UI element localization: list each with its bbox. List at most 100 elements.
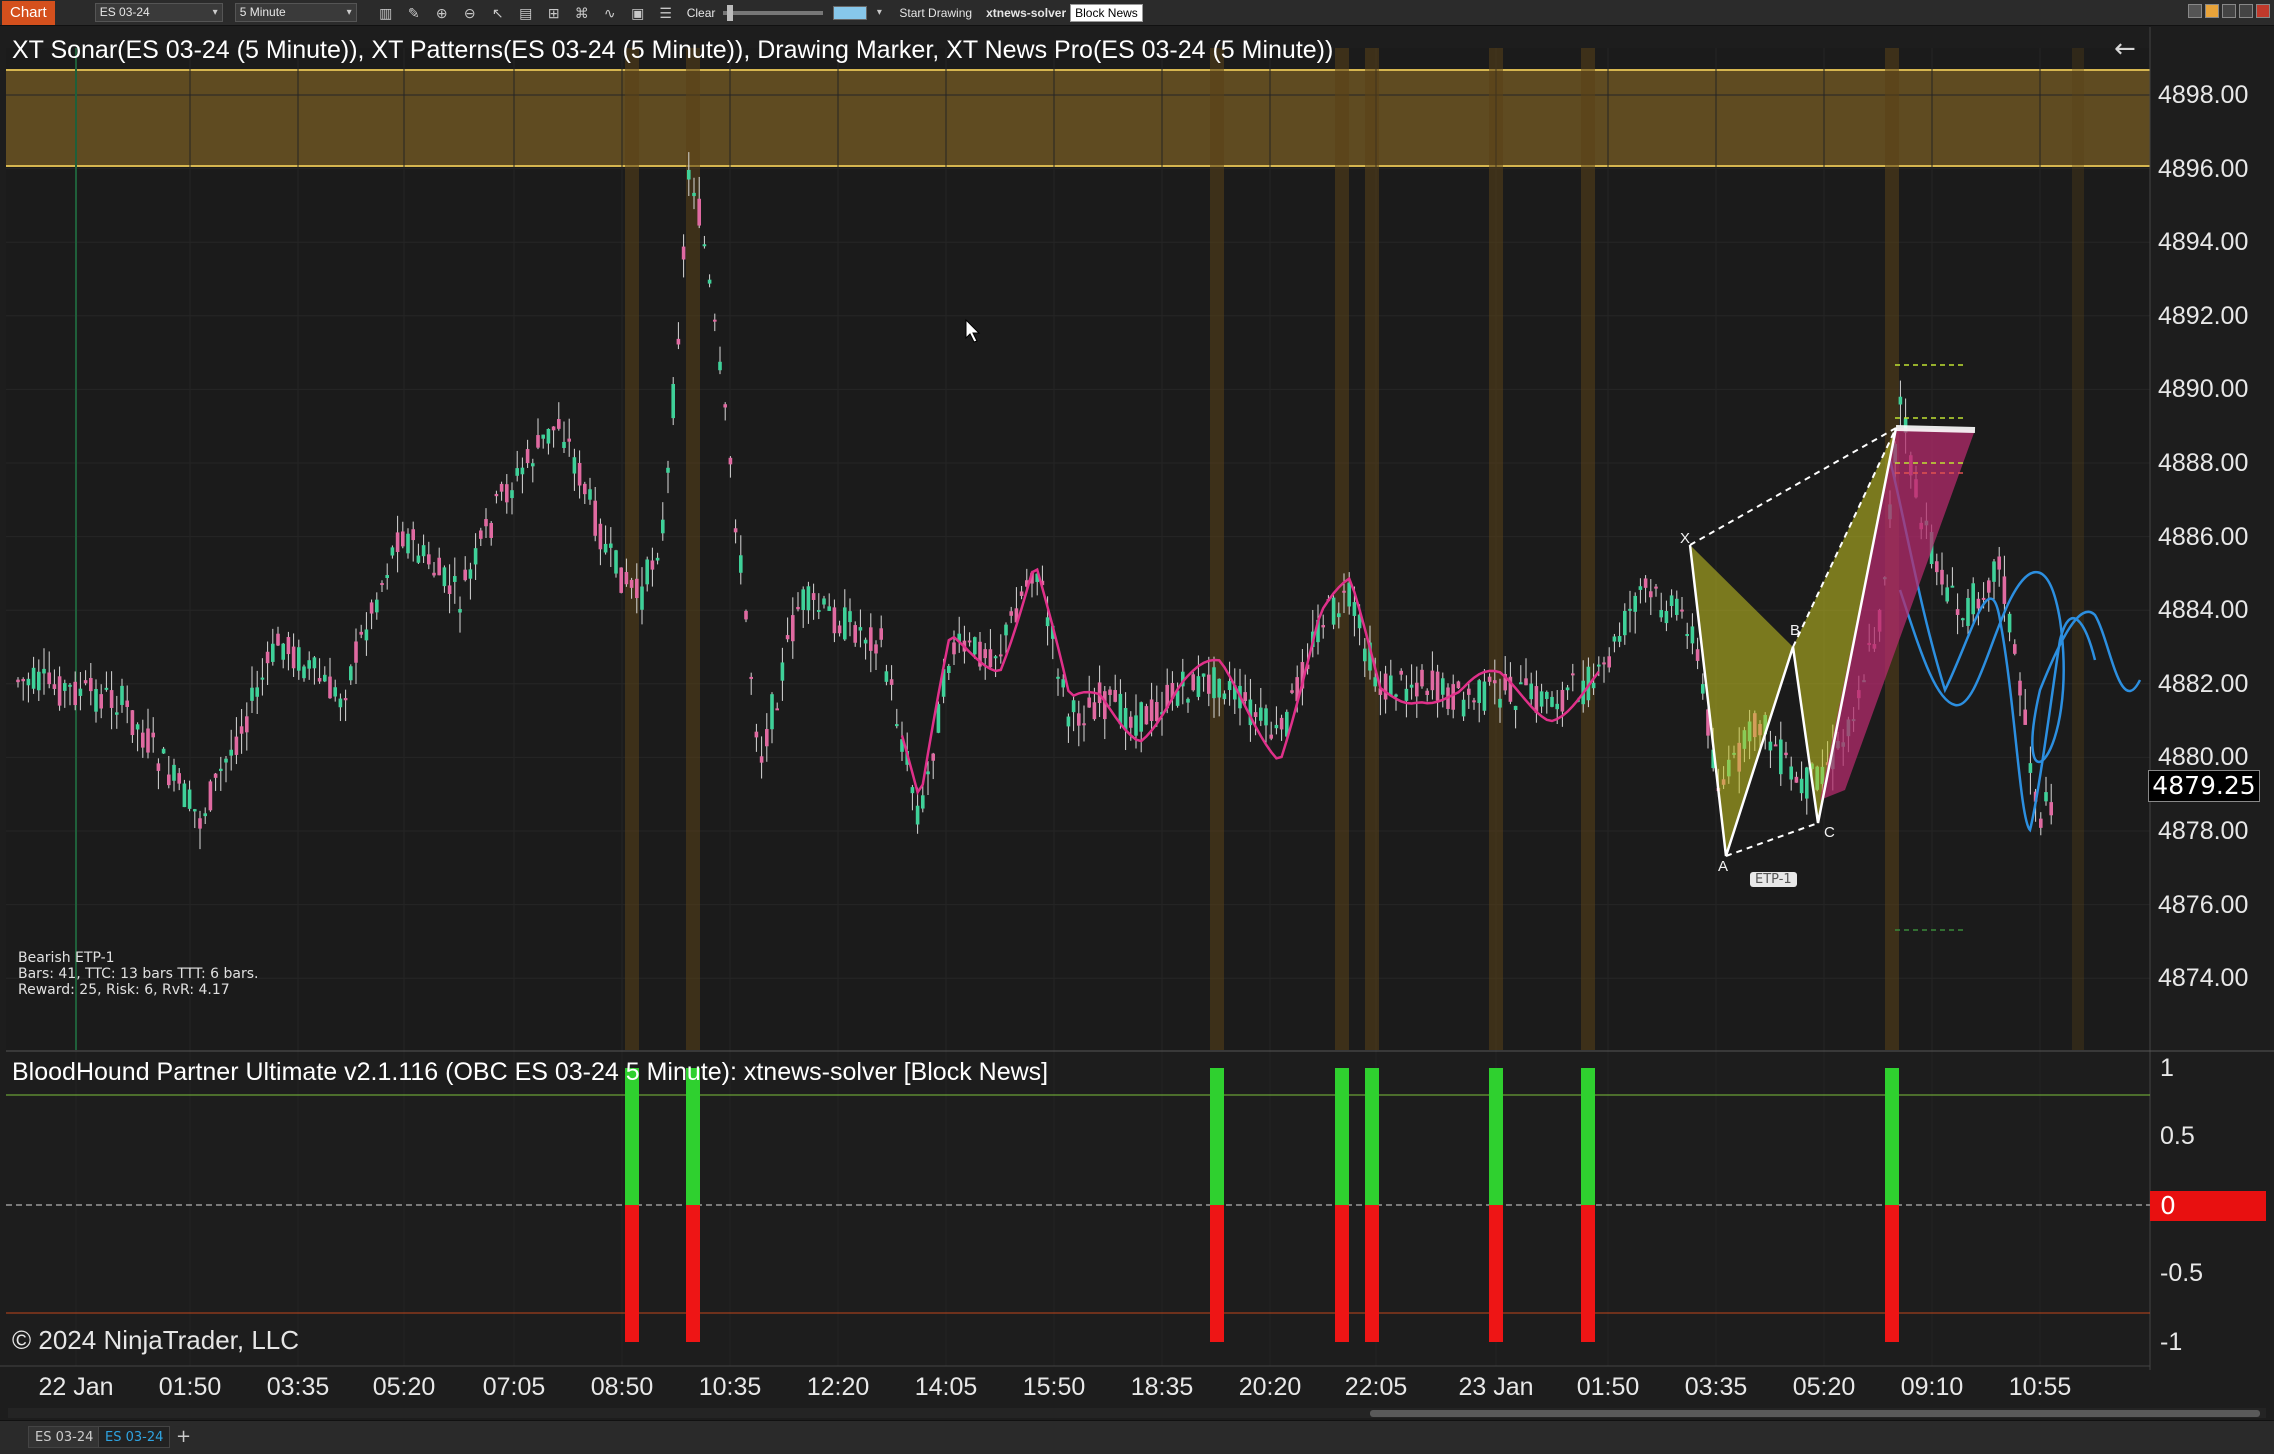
time-tick-label: 05:20: [372, 1373, 436, 1401]
drawing-tool-icon[interactable]: ✎: [403, 3, 425, 23]
candle-bull: [78, 688, 83, 696]
color-picker[interactable]: [833, 5, 868, 20]
candle-bull: [1331, 597, 1336, 625]
candle-bull: [1363, 648, 1367, 662]
maximize-button[interactable]: [2239, 4, 2253, 18]
block-news-button[interactable]: Block News: [1070, 3, 1143, 22]
scrollbar-thumb[interactable]: [1370, 1410, 2260, 1417]
properties-icon[interactable]: ▤: [515, 3, 537, 23]
instrument-value: ES 03-24: [99, 5, 150, 19]
candle-bull: [1477, 680, 1481, 703]
candle-bear: [650, 560, 655, 570]
candle-bull: [1071, 700, 1076, 713]
candle-bull: [572, 457, 577, 474]
price-chart-canvas[interactable]: [0, 27, 2274, 1407]
candle-bull: [458, 609, 462, 613]
candle-bull: [910, 787, 915, 794]
indicators-icon[interactable]: ∿: [599, 3, 621, 23]
candle-bull: [1264, 708, 1268, 726]
minimize-button[interactable]: [2222, 4, 2236, 18]
candle-bull: [817, 609, 821, 612]
candle-bear: [723, 404, 727, 408]
candle-bull: [1066, 716, 1071, 727]
candle-bear: [567, 438, 571, 442]
candle-bull: [104, 687, 109, 690]
snapshot-icon[interactable]: ▣: [627, 3, 649, 23]
candle-bear: [234, 736, 239, 755]
bar-type-icon[interactable]: ▥: [375, 3, 397, 23]
candle-bear: [286, 637, 291, 655]
restore-icon[interactable]: [2205, 4, 2219, 18]
candle-bull: [1623, 610, 1627, 636]
time-tick-label: 14:05: [914, 1373, 978, 1401]
candle-bull: [120, 685, 124, 705]
indicator-bar-negative: [625, 1205, 639, 1342]
etp-label: ETP-1: [1750, 872, 1797, 887]
candle-bear: [380, 583, 384, 586]
opacity-slider[interactable]: [723, 4, 824, 21]
time-tick-label: 03:35: [1684, 1373, 1748, 1401]
candle-bull: [375, 599, 379, 613]
pointer-icon[interactable]: ↖: [487, 3, 509, 23]
start-drawing-button[interactable]: Start Drawing: [899, 6, 972, 20]
template-icon[interactable]: ⊞: [543, 3, 565, 23]
candle-bear: [484, 519, 488, 527]
list-icon[interactable]: ☰: [655, 3, 677, 23]
time-tick-label: 08:50: [590, 1373, 654, 1401]
candle-bull: [1045, 617, 1050, 627]
candle-bear: [1560, 689, 1565, 712]
interval-select[interactable]: 5 Minute ▾: [234, 3, 357, 22]
zoom-out-icon[interactable]: ⊖: [459, 3, 481, 23]
candle-bull: [609, 543, 613, 548]
candle-bear: [1129, 716, 1133, 728]
candle-bear: [1643, 578, 1648, 588]
candle-bull: [161, 748, 166, 754]
indicator-bar-negative: [1365, 1205, 1379, 1342]
candle-bull: [1690, 626, 1695, 644]
candle-bull: [780, 662, 785, 681]
interval-value: 5 Minute: [239, 5, 286, 19]
back-arrow-icon[interactable]: ←: [2114, 34, 2136, 64]
candle-bear: [463, 569, 467, 581]
strategies-icon[interactable]: ⌘: [571, 3, 593, 23]
pattern-info-box: Bearish ETP-1 Bars: 41, TTC: 13 bars TTT…: [18, 950, 258, 998]
candle-bull: [1966, 597, 1970, 626]
chart-menu-tab[interactable]: Chart: [2, 0, 55, 25]
slider-knob[interactable]: [727, 4, 734, 21]
candle-bear: [749, 676, 753, 679]
candle-bull: [926, 771, 930, 775]
candle-bear: [1987, 580, 1991, 593]
candle-bear: [265, 651, 270, 664]
candle-bull: [68, 684, 72, 687]
price-tick-label: 4886.00: [2158, 522, 2249, 551]
indicator-bar-positive: [625, 1068, 639, 1205]
candle-bull: [707, 279, 712, 284]
candle-bull: [1373, 677, 1377, 687]
zoom-in-icon[interactable]: ⊕: [431, 3, 453, 23]
tab-es-03-24-first[interactable]: ES 03-24: [28, 1426, 101, 1448]
candle-bear: [494, 493, 499, 497]
add-tab-icon[interactable]: +: [176, 1426, 191, 1447]
candle-bear: [879, 628, 883, 640]
candle-bear: [1695, 649, 1700, 661]
minimize-icon[interactable]: [2188, 4, 2202, 18]
tab-es-03-24-active[interactable]: ES 03-24: [98, 1426, 171, 1448]
close-icon[interactable]: [2256, 4, 2270, 18]
candle-bull: [562, 441, 566, 448]
candle-bear: [125, 700, 129, 707]
candle-bull: [1779, 739, 1783, 775]
candle-bear: [156, 763, 161, 771]
candle-bear: [811, 593, 816, 600]
candle-bull: [531, 463, 535, 467]
instrument-select[interactable]: ES 03-24 ▾: [94, 3, 223, 22]
candle-bear: [1435, 671, 1440, 701]
candle-bull: [1134, 715, 1138, 736]
indicator-bar-positive: [1581, 1068, 1595, 1205]
clear-button[interactable]: Clear: [687, 6, 716, 20]
candle-bull: [843, 607, 847, 640]
candle-bull: [2028, 763, 2033, 773]
news-band: [625, 48, 639, 1050]
indicator-bar-positive: [1885, 1068, 1899, 1205]
candle-bull: [541, 434, 545, 439]
chevron-down-icon[interactable]: ▾: [873, 3, 885, 23]
